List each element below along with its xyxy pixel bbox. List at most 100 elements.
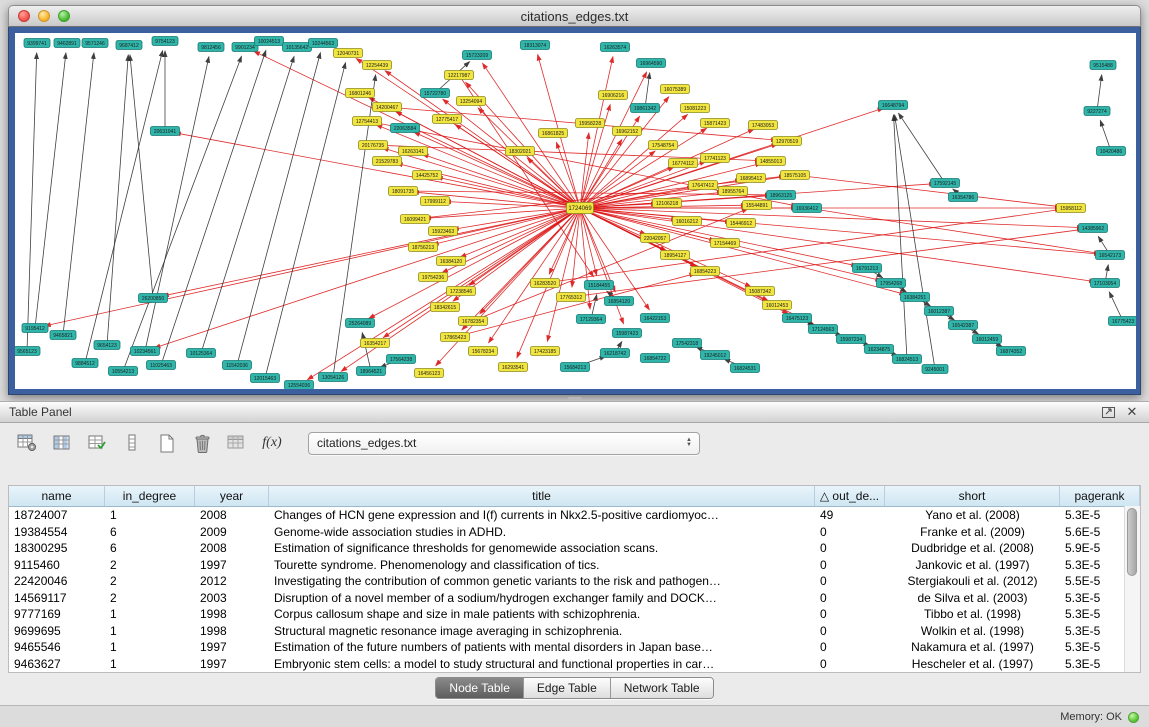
tab-edge-table[interactable]: Edge Table [524, 678, 611, 698]
graph-node[interactable]: 17865423 [441, 333, 470, 342]
float-panel-icon[interactable] [1100, 405, 1116, 419]
graph-node[interactable]: 22063584 [391, 124, 420, 133]
table-select-rows-icon[interactable] [84, 431, 110, 455]
graph-node[interactable]: 16384120 [437, 257, 466, 266]
graph-node[interactable]: 12754413 [353, 117, 382, 126]
graph-node[interactable]: 17154469 [711, 239, 740, 248]
column-header-in-degree[interactable]: in_degree [105, 486, 195, 506]
graph-node[interactable]: 16475123 [783, 314, 812, 323]
graph-node[interactable]: 17238546 [447, 287, 476, 296]
table-row[interactable]: 946362711997Embryonic stem cells: a mode… [9, 656, 1140, 673]
graph-node[interactable]: 18955764 [719, 187, 748, 196]
graph-node[interactable]: 11025463 [147, 361, 176, 370]
graph-node[interactable]: 17765312 [557, 293, 586, 302]
graph-node[interactable]: 16964590 [637, 59, 666, 68]
graph-node[interactable]: 16456123 [415, 369, 444, 378]
graph-node[interactable]: 9687412 [116, 41, 142, 50]
graph-node[interactable]: 16234875 [865, 345, 894, 354]
graph-node[interactable]: 17129364 [577, 315, 606, 324]
table-row[interactable]: 1872400712008Changes of HCN gene express… [9, 507, 1140, 524]
table-row[interactable]: 977716911998Corpus callosum shape and si… [9, 606, 1140, 623]
column-header-short[interactable]: short [885, 486, 1060, 506]
graph-node[interactable]: 17592145 [931, 179, 960, 188]
graph-node[interactable]: 9884512 [72, 359, 98, 368]
graph-node[interactable]: 9465821 [50, 331, 76, 340]
delete-trash-icon[interactable] [189, 431, 215, 455]
table-row[interactable]: 1456911722003Disruption of a novel membe… [9, 590, 1140, 607]
graph-node[interactable]: 17423185 [531, 347, 560, 356]
graph-node[interactable]: 18342615 [431, 303, 460, 312]
table-columns-icon[interactable] [49, 431, 75, 455]
graph-node[interactable]: 17542318 [673, 339, 702, 348]
window-titlebar[interactable]: citations_edges.txt [8, 5, 1141, 27]
graph-node[interactable]: 9195412 [22, 324, 48, 333]
graph-node[interactable]: 9227274 [1084, 107, 1110, 116]
graph-node[interactable]: 10135642 [283, 43, 312, 52]
graph-node[interactable]: 15987234 [837, 335, 866, 344]
graph-node[interactable]: 16263141 [399, 147, 428, 156]
graph-node[interactable]: 18302021 [506, 147, 535, 156]
column-header-title[interactable]: title [269, 486, 815, 506]
new-file-icon[interactable] [154, 431, 180, 455]
graph-node[interactable]: 10024513 [255, 37, 284, 46]
graph-node[interactable]: 16012459 [973, 335, 1002, 344]
graph-node[interactable]: 25264089 [346, 319, 375, 328]
table-row[interactable]: 1830029562008Estimation of significance … [9, 540, 1140, 557]
graph-node[interactable]: 10125364 [187, 349, 216, 358]
graph-node[interactable]: 12106218 [653, 199, 682, 208]
column-icon[interactable] [119, 431, 145, 455]
graph-node[interactable]: 21529783 [373, 157, 402, 166]
graph-node[interactable]: 10234561 [131, 347, 160, 356]
graph-node[interactable]: 15923463 [429, 227, 458, 236]
graph-node[interactable]: 18091735 [389, 187, 418, 196]
graph-node[interactable]: 15987423 [613, 329, 642, 338]
table-row[interactable]: 969969511998Structural magnetic resonanc… [9, 623, 1140, 640]
close-panel-icon[interactable]: ✕ [1124, 405, 1140, 419]
graph-node[interactable]: 19861342 [631, 104, 660, 113]
graph-node[interactable]: 16775423 [1109, 317, 1137, 326]
graph-node[interactable]: 18313074 [521, 41, 550, 50]
graph-node[interactable]: 22042057 [641, 234, 670, 243]
panel-splitter-handle[interactable] [568, 397, 582, 400]
graph-node[interactable]: 26200850 [139, 294, 168, 303]
graph-node[interactable]: 20176735 [359, 141, 388, 150]
graph-node[interactable]: 17741123 [701, 154, 730, 163]
graph-node[interactable]: 15544891 [743, 201, 772, 210]
graph-node[interactable]: 16542387 [949, 321, 978, 330]
graph-node[interactable]: 16012387 [925, 307, 954, 316]
function-icon[interactable]: f(x) [259, 431, 285, 455]
graph-node[interactable]: 9399741 [24, 39, 50, 48]
graph-node[interactable]: 16895412 [737, 174, 766, 183]
graph-node[interactable]: 9754123 [152, 37, 178, 46]
graph-node[interactable]: 13054126 [319, 373, 348, 382]
column-header-year[interactable]: year [195, 486, 269, 506]
minimize-window-button[interactable] [38, 10, 50, 22]
graph-node[interactable]: 16422153 [641, 314, 670, 323]
vertical-scrollbar[interactable] [1124, 506, 1140, 672]
graph-node[interactable]: 16854722 [641, 354, 670, 363]
graph-node[interactable]: 12040731 [334, 49, 363, 58]
graph-node[interactable]: 14385962 [1079, 224, 1108, 233]
graph-node[interactable]: 16774112 [669, 159, 698, 168]
graph-node[interactable]: 16283520 [531, 279, 560, 288]
graph-node[interactable]: 15958228 [576, 119, 605, 128]
graph-node[interactable]: 16962152 [613, 127, 642, 136]
graph-node[interactable]: 19754236 [419, 273, 448, 282]
graph-node[interactable]: 16936412 [793, 204, 822, 213]
graph-node[interactable]: 12970519 [773, 137, 802, 146]
graph-node[interactable]: 16906216 [599, 91, 628, 100]
graph-node[interactable]: 16824531 [731, 364, 760, 373]
graph-node[interactable]: 19245012 [701, 351, 730, 360]
table-selector-dropdown[interactable]: citations_edges.txt ▲▼ [308, 432, 700, 455]
graph-node[interactable]: 16012453 [763, 301, 792, 310]
graph-node[interactable]: 16263574 [601, 43, 630, 52]
graph-node[interactable]: 16384251 [901, 293, 930, 302]
graph-node[interactable]: 17548754 [649, 141, 678, 150]
graph-node[interactable]: 18756213 [409, 243, 438, 252]
graph-node[interactable]: 15446912 [727, 219, 756, 228]
graph-node[interactable]: 10554213 [109, 367, 138, 376]
graph-node[interactable]: 17647412 [689, 181, 718, 190]
table-row[interactable]: 946554611997Estimation of the future num… [9, 639, 1140, 656]
graph-node[interactable]: 16354217 [361, 339, 390, 348]
graph-node[interactable]: 16099421 [401, 215, 430, 224]
